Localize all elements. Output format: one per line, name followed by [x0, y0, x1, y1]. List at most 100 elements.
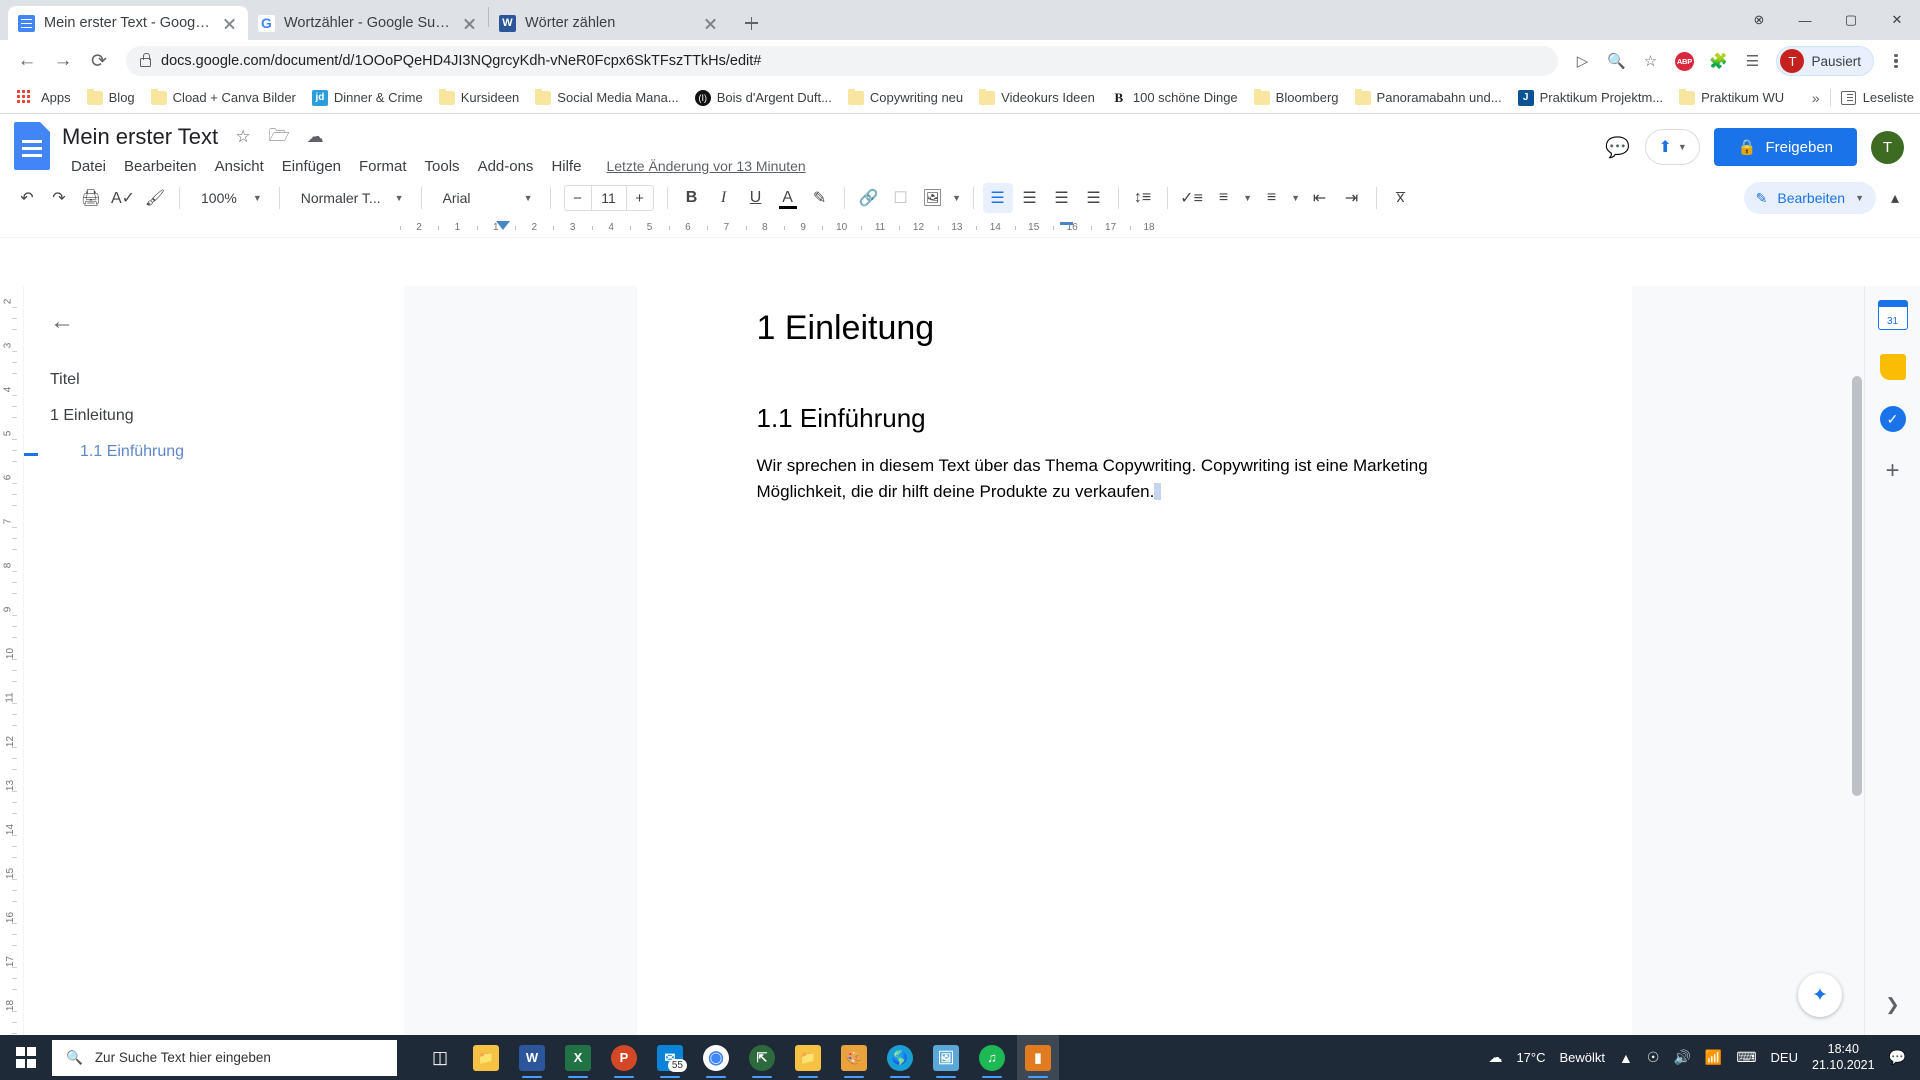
- bookmark-bois-dargent[interactable]: (I) Bois d'Argent Duft...: [688, 87, 839, 109]
- app-orange-icon[interactable]: ▮: [1017, 1035, 1059, 1080]
- bookmark-praktikum-projektm[interactable]: J Praktikum Projektm...: [1511, 87, 1671, 109]
- menu-add-ons[interactable]: Add-ons: [469, 155, 543, 178]
- align-justify-button[interactable]: ☰: [1079, 183, 1109, 213]
- horizontal-ruler[interactable]: 2 1 1 2 3 4 5 6 7 8 9 10 11 12 13 14 15 16 17 18: [0, 218, 1920, 238]
- google-keep-icon[interactable]: [1878, 352, 1908, 382]
- paint-icon[interactable]: 🎨: [833, 1035, 875, 1080]
- outline-item-einleitung[interactable]: 1 Einleitung: [50, 398, 378, 434]
- bookmark-bloomberg[interactable]: Bloomberg: [1247, 87, 1346, 108]
- weather-temp[interactable]: 17°C: [1516, 1050, 1545, 1065]
- google-tasks-icon[interactable]: ✓: [1878, 404, 1908, 434]
- line-spacing-button[interactable]: ↕≡: [1128, 183, 1158, 213]
- present-button[interactable]: ⬆ ▼: [1645, 129, 1700, 165]
- move-to-folder-icon[interactable]: 🗁: [268, 126, 290, 148]
- spotify-icon[interactable]: ♫: [971, 1035, 1013, 1080]
- forward-icon[interactable]: →: [46, 44, 80, 78]
- back-icon[interactable]: ←: [10, 44, 44, 78]
- document-heading-1[interactable]: 1 Einleitung: [757, 308, 1512, 349]
- bookmark-kursideen[interactable]: Kursideen: [432, 87, 527, 108]
- paragraph-style-select[interactable]: Normaler T... ▼: [289, 183, 412, 213]
- reading-list-button[interactable]: Leseliste: [1840, 90, 1914, 105]
- underline-button[interactable]: U: [741, 183, 771, 213]
- share-button[interactable]: 🔒 Freigeben: [1713, 128, 1857, 166]
- comment-history-icon[interactable]: 💬: [1603, 133, 1631, 161]
- excel-icon[interactable]: X: [557, 1035, 599, 1080]
- window-extra-icon[interactable]: ⊗: [1736, 0, 1782, 40]
- language-indicator[interactable]: DEU: [1771, 1050, 1798, 1065]
- volume-icon[interactable]: 🔊: [1673, 1049, 1690, 1066]
- chevron-down-icon[interactable]: ▼: [1241, 183, 1255, 213]
- address-bar[interactable]: docs.google.com/document/d/1OOoPQeHD4JI3…: [126, 46, 1559, 76]
- edge-legacy-icon[interactable]: ⇱: [741, 1035, 783, 1080]
- bookmark-cload-canva[interactable]: Cload + Canva Bilder: [144, 87, 303, 108]
- menu-datei[interactable]: Datei: [62, 155, 115, 178]
- google-calendar-icon[interactable]: 31: [1877, 300, 1908, 330]
- maximize-icon[interactable]: ▢: [1828, 0, 1874, 40]
- avatar[interactable]: T: [1871, 130, 1904, 164]
- media-list-icon[interactable]: ☰: [1738, 47, 1766, 75]
- google-docs-logo-icon[interactable]: [14, 122, 54, 176]
- browser-tab-2[interactable]: W Wörter zählen: [489, 6, 729, 40]
- close-window-icon[interactable]: ✕: [1874, 0, 1920, 40]
- folder-icon[interactable]: 📁: [787, 1035, 829, 1080]
- outline-item-titel[interactable]: Titel: [50, 362, 378, 398]
- close-icon[interactable]: [461, 15, 478, 32]
- menu-tools[interactable]: Tools: [416, 155, 469, 178]
- bookmark-videokurs-ideen[interactable]: Videokurs Ideen: [972, 87, 1102, 108]
- browser-tab-1[interactable]: G Wortzähler - Google Suche: [248, 6, 488, 40]
- chrome-menu-icon[interactable]: [1882, 47, 1910, 75]
- bookmark-100-schoene-dinge[interactable]: B 100 schöne Dinge: [1104, 87, 1245, 109]
- insert-link-icon[interactable]: 🔗: [854, 183, 884, 213]
- print-icon[interactable]: 🖨: [76, 183, 106, 213]
- bullet-list-button[interactable]: ≡: [1209, 183, 1239, 213]
- document-page[interactable]: 1 Einleitung 1.1 Einführung Wir sprechen…: [636, 286, 1632, 1035]
- task-view-icon[interactable]: ◫: [419, 1035, 461, 1080]
- bookmark-star-icon[interactable]: ☆: [1636, 47, 1664, 75]
- taskbar-search-input[interactable]: 🔍 Zur Suche Text hier eingeben: [52, 1039, 397, 1076]
- edge-icon[interactable]: 🌎: [879, 1035, 921, 1080]
- align-center-button[interactable]: ☰: [1015, 183, 1045, 213]
- cloud-saved-icon[interactable]: ☁: [304, 126, 326, 148]
- menu-ansicht[interactable]: Ansicht: [206, 155, 273, 178]
- wifi-icon[interactable]: 📶: [1705, 1049, 1722, 1066]
- chrome-icon[interactable]: ◉: [695, 1035, 737, 1080]
- redo-button[interactable]: ↷: [44, 183, 74, 213]
- profile-chip[interactable]: T Pausiert: [1776, 46, 1874, 76]
- font-size-decrease-button[interactable]: −: [565, 186, 591, 210]
- chevron-down-icon[interactable]: ▼: [950, 183, 964, 213]
- collapse-toolbar-icon[interactable]: ▴: [1880, 183, 1910, 213]
- document-paragraph[interactable]: Wir sprechen in diesem Text über das The…: [757, 453, 1482, 505]
- mail-icon[interactable]: ✉ 55: [649, 1035, 691, 1080]
- chevron-right-icon[interactable]: ❯: [1885, 995, 1899, 1015]
- document-heading-2[interactable]: 1.1 Einführung: [757, 403, 1512, 434]
- text-color-button[interactable]: A: [773, 183, 803, 213]
- font-size-stepper[interactable]: − 11 +: [563, 185, 654, 211]
- back-arrow-icon[interactable]: ←: [50, 308, 378, 336]
- menu-format[interactable]: Format: [350, 155, 416, 178]
- font-size-value[interactable]: 11: [590, 186, 627, 210]
- adblock-plus-icon[interactable]: ABP: [1670, 47, 1698, 75]
- zoom-icon[interactable]: 🔍: [1602, 47, 1630, 75]
- last-edit-label[interactable]: Letzte Änderung vor 13 Minuten: [606, 158, 805, 174]
- bookmark-apps[interactable]: Apps: [8, 85, 78, 111]
- bookmark-praktikum-wu[interactable]: Praktikum WU: [1672, 87, 1791, 108]
- bold-button[interactable]: B: [677, 183, 707, 213]
- new-tab-button[interactable]: [737, 9, 765, 37]
- cast-icon[interactable]: ▷: [1568, 47, 1596, 75]
- windows-start-icon[interactable]: [0, 1035, 52, 1080]
- bookmark-blog[interactable]: Blog: [80, 87, 142, 108]
- close-icon[interactable]: [221, 15, 238, 32]
- clear-formatting-button[interactable]: x̅: [1386, 183, 1416, 213]
- menu-hilfe[interactable]: Hilfe: [542, 155, 590, 178]
- page-title[interactable]: Mein erster Text: [62, 124, 218, 150]
- edit-mode-button[interactable]: ✎ Bearbeiten ▼: [1743, 182, 1876, 214]
- font-family-select[interactable]: Arial ▼: [431, 183, 541, 213]
- outline-item-einfuehrung[interactable]: 1.1 Einführung: [24, 434, 378, 470]
- close-icon[interactable]: [702, 15, 719, 32]
- overflow-chevron-icon[interactable]: »: [1812, 90, 1820, 106]
- notification-icon[interactable]: 💬: [1889, 1049, 1906, 1066]
- menu-bearbeiten[interactable]: Bearbeiten: [115, 155, 206, 178]
- word-icon[interactable]: W: [511, 1035, 553, 1080]
- photos-icon[interactable]: 🖼: [925, 1035, 967, 1080]
- indent-increase-button[interactable]: ⇥: [1337, 183, 1367, 213]
